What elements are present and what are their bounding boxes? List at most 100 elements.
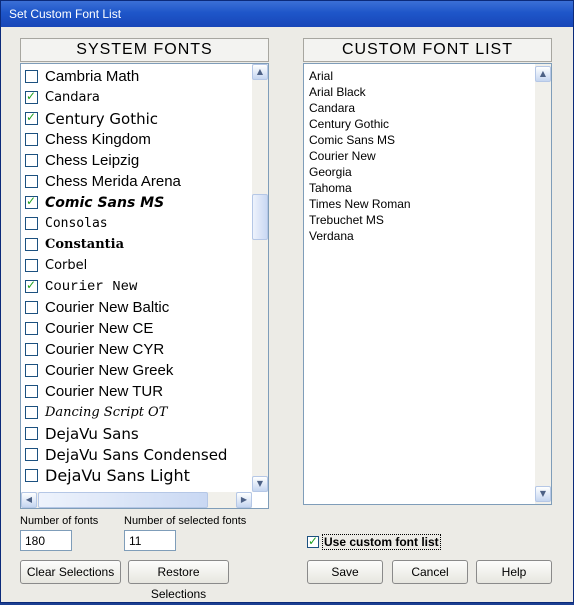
window-title: Set Custom Font List	[9, 7, 122, 21]
font-checkbox[interactable]	[25, 301, 38, 314]
system-font-row[interactable]: Corbel	[25, 255, 87, 276]
scroll-right-arrow-icon[interactable]: ▶	[236, 492, 252, 508]
number-of-selected-fonts-field[interactable]: 11	[124, 530, 176, 551]
system-font-row[interactable]: Courier New CE	[25, 318, 153, 339]
font-checkbox[interactable]	[25, 175, 38, 188]
check-icon: ✓	[26, 89, 37, 103]
font-checkbox[interactable]	[25, 385, 38, 398]
system-font-row[interactable]: Chess Merida Arena	[25, 171, 181, 192]
clear-selections-button[interactable]: Clear Selections	[20, 560, 121, 584]
cancel-button[interactable]: Cancel	[392, 560, 468, 584]
save-button[interactable]: Save	[307, 560, 383, 584]
system-fonts-vertical-scrollbar[interactable]: ▲ ▼	[252, 64, 268, 492]
horizontal-scroll-thumb[interactable]	[38, 492, 208, 508]
scroll-left-arrow-icon[interactable]: ◀	[21, 492, 37, 508]
system-font-row[interactable]: ✓ Candara	[25, 87, 100, 108]
font-checkbox[interactable]: ✓	[25, 194, 38, 209]
font-checkbox[interactable]: ✓	[25, 110, 38, 125]
check-icon: ✓	[26, 110, 37, 124]
system-font-label: Constantia	[45, 237, 125, 252]
set-custom-font-list-dialog: Set Custom Font List SYSTEM FONTS Cambri…	[0, 0, 574, 603]
system-font-label: Century Gothic	[45, 109, 159, 128]
system-font-label: Courier New	[45, 278, 138, 295]
font-checkbox[interactable]	[25, 238, 38, 251]
system-font-label: DejaVu Sans	[45, 424, 139, 443]
title-bar[interactable]: Set Custom Font List	[1, 1, 573, 27]
system-fonts-header: SYSTEM FONTS	[20, 38, 269, 62]
system-fonts-horizontal-scrollbar[interactable]: ◀ ▶	[21, 492, 252, 508]
custom-font-item[interactable]: Courier New	[309, 149, 376, 163]
font-checkbox[interactable]	[25, 469, 38, 482]
system-font-label: Dancing Script OT	[45, 405, 168, 420]
use-custom-font-list-label: Use custom font list	[322, 534, 441, 550]
font-checkbox[interactable]	[25, 406, 38, 419]
system-font-row[interactable]: Dancing Script OT	[25, 402, 167, 423]
check-icon: ✓	[26, 278, 37, 292]
system-font-label: Chess Leipzig	[45, 152, 140, 169]
custom-font-item[interactable]: Georgia	[309, 165, 352, 179]
system-font-row[interactable]: ✓ Courier New	[25, 276, 137, 297]
font-checkbox[interactable]	[25, 343, 38, 356]
custom-font-item[interactable]: Arial	[309, 69, 333, 83]
system-font-label: Courier New CYR	[45, 341, 165, 358]
custom-font-item[interactable]: Arial Black	[309, 85, 366, 99]
number-of-fonts-label: Number of fonts	[20, 515, 99, 527]
font-checkbox[interactable]	[25, 154, 38, 167]
custom-font-list[interactable]: Arial Arial Black Candara Century Gothic Com…	[303, 63, 552, 505]
system-font-row[interactable]: Courier New CYR	[25, 339, 164, 360]
system-font-row[interactable]: ✓ Comic Sans MS	[25, 192, 164, 213]
custom-font-item[interactable]: Trebuchet MS	[309, 213, 384, 227]
scroll-up-arrow-icon[interactable]: ▲	[535, 66, 551, 82]
font-checkbox[interactable]	[25, 364, 38, 377]
scroll-down-arrow-icon[interactable]: ▼	[535, 486, 551, 502]
system-fonts-list[interactable]: Cambria Math ✓ Candara ✓ Century Gothic Chess…	[20, 63, 269, 509]
check-icon: ✓	[308, 534, 319, 548]
font-checkbox[interactable]: ✓	[25, 89, 38, 104]
use-custom-font-list-checkbox[interactable]: ✓ Use custom font list	[307, 534, 441, 550]
font-checkbox[interactable]	[25, 259, 38, 272]
custom-font-list-header: CUSTOM FONT LIST	[303, 38, 552, 62]
custom-font-item[interactable]: Verdana	[309, 229, 354, 243]
system-font-label: DejaVu Sans Condensed	[45, 445, 228, 464]
scroll-up-arrow-icon[interactable]: ▲	[252, 64, 268, 80]
checkbox-box[interactable]: ✓	[307, 534, 319, 548]
number-of-fonts-field[interactable]: 180	[20, 530, 72, 551]
custom-font-item[interactable]: Comic Sans MS	[309, 133, 395, 147]
help-button[interactable]: Help	[476, 560, 552, 584]
scroll-down-arrow-icon[interactable]: ▼	[252, 476, 268, 492]
restore-selections-button[interactable]: Restore Selections	[128, 560, 229, 601]
system-font-label: Courier New TUR	[45, 383, 164, 400]
font-checkbox[interactable]	[25, 427, 38, 440]
custom-font-item[interactable]: Candara	[309, 101, 355, 115]
system-font-row[interactable]: Chess Leipzig	[25, 150, 139, 171]
custom-list-vertical-scrollbar[interactable]: ▲ ▼	[535, 64, 551, 504]
system-font-row[interactable]: Courier New Baltic	[25, 297, 169, 318]
system-font-label: DejaVu Sans Light	[45, 466, 190, 485]
custom-font-item[interactable]: Century Gothic	[309, 117, 389, 131]
system-font-label: Courier New Greek	[45, 362, 174, 379]
system-font-row[interactable]: Courier New Greek	[25, 360, 173, 381]
font-checkbox[interactable]	[25, 322, 38, 335]
system-font-label: Consolas	[45, 216, 108, 231]
system-font-row[interactable]: DejaVu Sans Condensed	[25, 444, 227, 465]
system-font-row[interactable]: Courier New TUR	[25, 381, 163, 402]
font-checkbox[interactable]	[25, 217, 38, 230]
system-font-row[interactable]: DejaVu Sans	[25, 423, 139, 444]
system-font-row[interactable]: ✓ Century Gothic	[25, 108, 158, 129]
system-font-label: Corbel	[45, 258, 88, 273]
system-font-row[interactable]: DejaVu Sans Light	[25, 465, 190, 486]
system-font-row[interactable]: Consolas	[25, 213, 108, 234]
system-font-row[interactable]: Chess Kingdom	[25, 129, 151, 150]
system-font-row[interactable]: Cambria Math	[25, 66, 139, 87]
system-font-row[interactable]: Constantia	[25, 234, 124, 255]
system-font-label: Courier New Baltic	[45, 299, 170, 316]
system-font-label: Chess Merida Arena	[45, 173, 181, 190]
custom-font-item[interactable]: Times New Roman	[309, 197, 411, 211]
font-checkbox[interactable]	[25, 448, 38, 461]
font-checkbox[interactable]: ✓	[25, 278, 38, 293]
scroll-thumb[interactable]	[252, 194, 268, 240]
font-checkbox[interactable]	[25, 70, 38, 83]
number-of-selected-fonts-label: Number of selected fonts	[124, 515, 247, 527]
custom-font-item[interactable]: Tahoma	[309, 181, 352, 195]
font-checkbox[interactable]	[25, 133, 38, 146]
